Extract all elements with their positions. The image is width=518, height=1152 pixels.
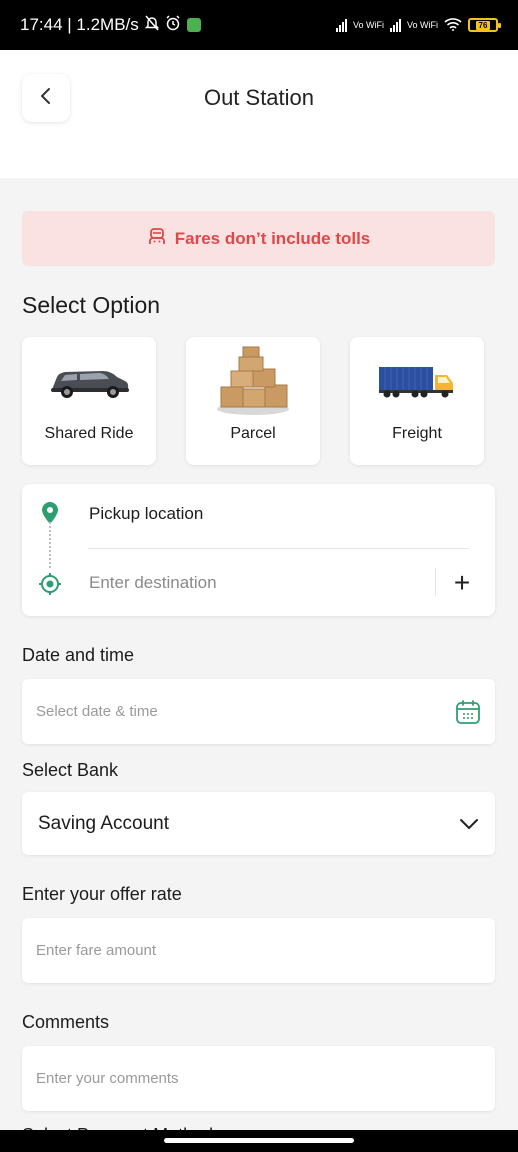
route-connector [49,522,51,568]
toll-banner-text: Fares don’t include tolls [174,228,371,248]
divider [435,568,436,596]
pickup-location-field[interactable]: Pickup location [89,504,203,524]
signal-icon [335,18,347,32]
suv-car-icon [22,337,156,425]
freight-truck-icon [350,337,484,425]
comments-placeholder: Enter your comments [36,1070,179,1087]
bell-off-icon [144,15,160,36]
offer-rate-label: Enter your offer rate [22,884,182,904]
driver-icon [147,226,167,251]
fare-amount-placeholder: Enter fare amount [36,942,157,959]
location-card: Pickup location Enter destination + [22,484,495,616]
app-notification-icon [186,18,201,32]
date-time-placeholder: Select date & time [36,703,158,720]
date-time-label: Date and time [22,645,135,665]
destination-target-icon [38,572,62,601]
page-title: Out Station [203,85,315,110]
fare-amount-input[interactable]: Enter fare amount [22,918,495,983]
date-time-field[interactable]: Select date & time [22,679,495,744]
comments-label: Comments [22,1012,110,1032]
vowifi-label-2: Vo WiFi [406,20,438,30]
option-parcel[interactable]: Parcel [186,337,320,465]
chevron-down-icon [459,818,479,830]
home-indicator[interactable] [164,1138,354,1143]
wifi-icon [444,17,462,33]
parcel-boxes-icon [186,337,320,425]
divider [88,548,469,549]
select-bank-label: Select Bank [22,760,119,780]
option-shared-ride[interactable]: Shared Ride [22,337,156,465]
alarm-icon [165,14,181,36]
option-label: Parcel [230,425,276,442]
comments-input[interactable]: Enter your comments [22,1046,495,1111]
battery-level: 76 [475,20,491,30]
select-option-heading: Select Option [22,292,161,318]
signal-icon-2 [389,18,401,32]
status-bar: 17:44 | 1.2MB/s Vo WiFi Vo WiFi 76 [0,0,518,50]
bank-select[interactable]: Saving Account [22,792,495,855]
status-time: 17:44 | 1.2MB/s [20,15,139,34]
vowifi-label-1: Vo WiFi [352,20,384,30]
add-stop-button[interactable]: + [447,567,477,598]
toll-info-banner: Fares don’t include tolls [22,211,495,266]
bank-selected-value: Saving Account [38,812,169,834]
destination-input[interactable]: Enter destination [89,573,217,593]
option-freight[interactable]: Freight [350,337,484,465]
option-label: Shared Ride [44,425,134,442]
app-header: Out Station [0,50,518,178]
calendar-icon[interactable] [455,699,481,725]
option-label: Freight [392,425,442,442]
battery-icon: 76 [468,18,501,32]
